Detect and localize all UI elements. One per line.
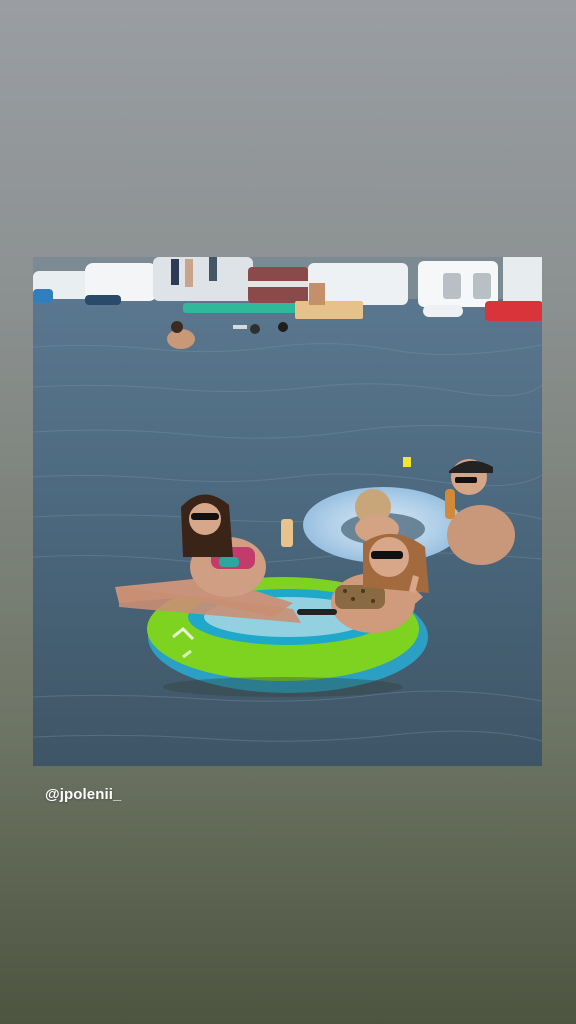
story-photo — [33, 257, 542, 766]
mention-sticker[interactable]: @jpolenii_ — [45, 786, 121, 803]
story-viewer: @jpolenii_ — [0, 0, 576, 1024]
